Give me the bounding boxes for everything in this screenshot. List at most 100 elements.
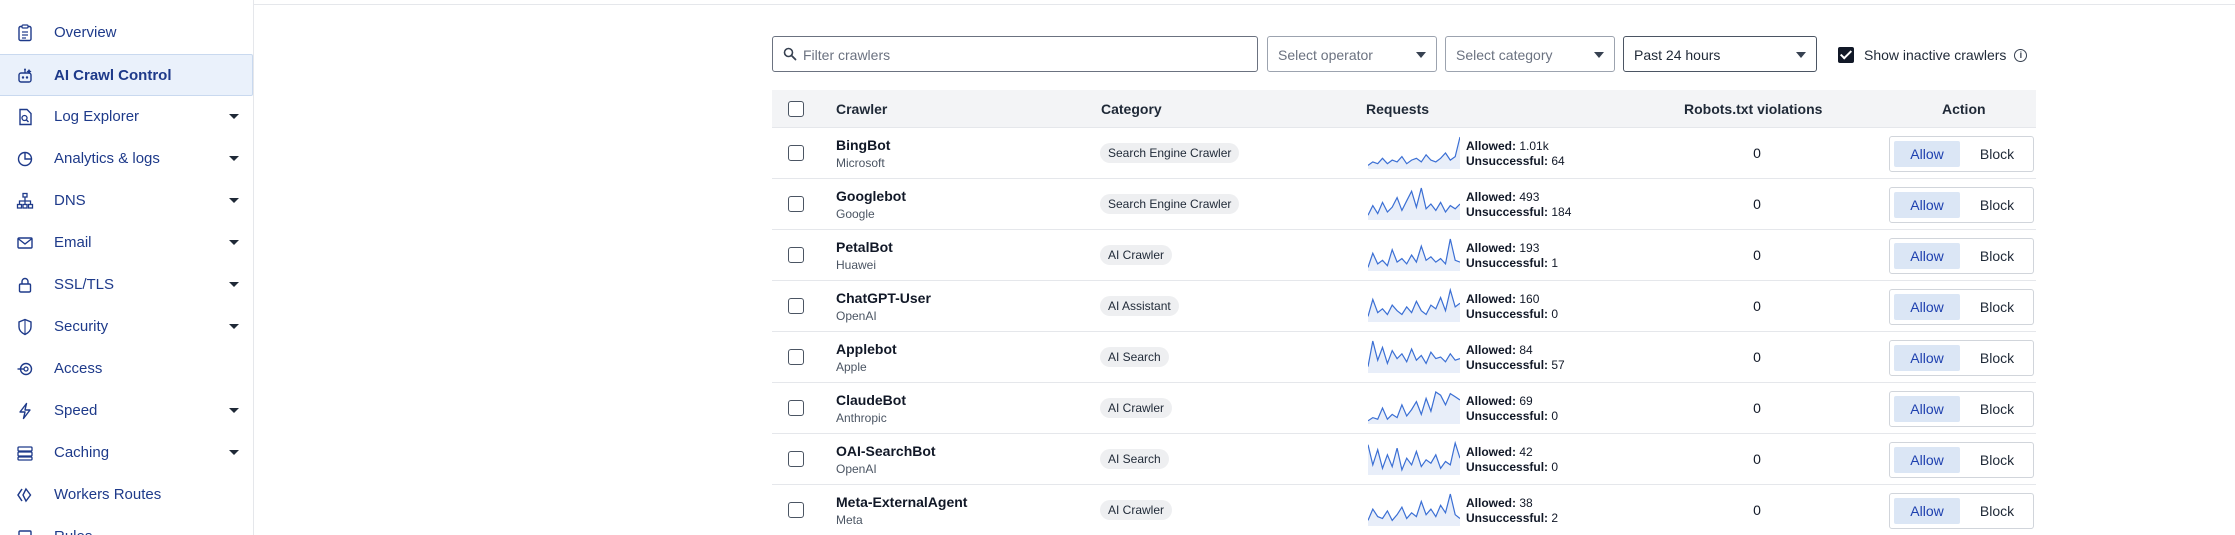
sparkline-area: [1368, 239, 1460, 271]
sidebar-item-ai-crawl-control[interactable]: AI Crawl Control: [0, 54, 253, 96]
allowed-label: Allowed:: [1466, 496, 1516, 510]
sidebar-item-rules[interactable]: Rules: [0, 516, 253, 535]
table-row: Applebot Apple AI Search Allowed: 84 Unsucce…: [772, 332, 2036, 383]
block-button[interactable]: Block: [1964, 294, 2030, 320]
caret-down-icon[interactable]: [229, 114, 239, 119]
sidebar-item-overview[interactable]: Overview: [0, 12, 253, 54]
row-checkbox[interactable]: [788, 298, 804, 314]
table-header: Crawler Category Requests Robots.txt vio…: [772, 90, 2036, 128]
caret-down-icon[interactable]: [229, 282, 239, 287]
unsuccessful-count: 64: [1551, 154, 1565, 168]
sidebar-item-security[interactable]: Security: [0, 306, 253, 348]
sidebar-item-log-explorer[interactable]: Log Explorer: [0, 96, 253, 138]
robots-violations-count: 0: [1753, 349, 1761, 365]
show-inactive-checkbox[interactable]: [1838, 47, 1854, 63]
unsuccessful-label: Unsuccessful:: [1466, 358, 1549, 372]
action-toggle-group: Allow Block: [1889, 136, 2034, 172]
row-checkbox[interactable]: [788, 247, 804, 263]
unsuccessful-label: Unsuccessful:: [1466, 307, 1549, 321]
sidebar-item-workers-routes[interactable]: Workers Routes: [0, 474, 253, 516]
header-action: Action: [1942, 101, 1986, 117]
request-stats: Allowed: 84 Unsuccessful: 57: [1466, 343, 1565, 373]
allowed-count: 493: [1519, 190, 1540, 204]
sidebar-item-label: Log Explorer: [54, 108, 140, 125]
caret-down-icon[interactable]: [229, 156, 239, 161]
unsuccessful-count: 0: [1551, 409, 1559, 423]
crawler-search-field[interactable]: [772, 36, 1258, 72]
unsuccessful-count: 2: [1551, 511, 1559, 525]
row-checkbox[interactable]: [788, 349, 804, 365]
select-all-checkbox[interactable]: [788, 101, 804, 117]
allow-button[interactable]: Allow: [1894, 498, 1960, 524]
table-row: BingBot Microsoft Search Engine Crawler All…: [772, 128, 2036, 179]
workers-icon: [16, 486, 34, 504]
sidebar-item-label: Overview: [54, 24, 117, 41]
unsuccessful-count: 0: [1551, 460, 1559, 474]
requests-sparkline: [1368, 238, 1460, 271]
category-badge: AI Crawler: [1100, 500, 1173, 520]
action-toggle-group: Allow Block: [1889, 391, 2034, 427]
sparkline-area: [1368, 341, 1460, 373]
allow-button[interactable]: Allow: [1894, 345, 1960, 371]
allow-button[interactable]: Allow: [1894, 192, 1960, 218]
caret-down-icon[interactable]: [229, 324, 239, 329]
caret-down-icon[interactable]: [229, 450, 239, 455]
time-range-select[interactable]: Past 24 hours: [1623, 36, 1817, 72]
header-crawler: Crawler: [836, 101, 888, 117]
block-button[interactable]: Block: [1964, 447, 2030, 473]
allow-button[interactable]: Allow: [1894, 294, 1960, 320]
sidebar-item-speed[interactable]: Speed: [0, 390, 253, 432]
action-toggle-group: Allow Block: [1889, 289, 2034, 325]
block-button[interactable]: Block: [1964, 345, 2030, 371]
operator-select[interactable]: Select operator: [1267, 36, 1437, 72]
block-button[interactable]: Block: [1964, 243, 2030, 269]
action-toggle-group: Allow Block: [1889, 493, 2034, 529]
category-badge: Search Engine Crawler: [1100, 194, 1240, 214]
caret-down-icon[interactable]: [229, 240, 239, 245]
row-checkbox[interactable]: [788, 196, 804, 212]
sidebar-item-label: Workers Routes: [54, 486, 162, 503]
crawler-operator: Microsoft: [836, 156, 885, 170]
chevron-down-icon: [1416, 52, 1426, 58]
info-icon[interactable]: i: [2014, 48, 2028, 62]
category-select[interactable]: Select category: [1445, 36, 1615, 72]
sidebar: Overview AI Crawl Control Log Explorer Anal…: [0, 0, 254, 535]
sidebar-item-ssl-tls[interactable]: SSL/TLS: [0, 264, 253, 306]
lock-icon: [16, 276, 34, 294]
crawler-search-input[interactable]: [803, 43, 1243, 67]
sidebar-item-email[interactable]: Email: [0, 222, 253, 264]
allowed-count: 38: [1519, 496, 1533, 510]
sidebar-item-label: Security: [54, 318, 109, 335]
lightning-icon: [16, 402, 34, 420]
header-category: Category: [1101, 101, 1162, 117]
allow-button[interactable]: Allow: [1894, 243, 1960, 269]
allowed-label: Allowed:: [1466, 292, 1516, 306]
block-button[interactable]: Block: [1964, 141, 2030, 167]
row-checkbox[interactable]: [788, 451, 804, 467]
crawler-name: ClaudeBot: [836, 392, 906, 408]
sidebar-item-label: DNS: [54, 192, 86, 209]
sidebar-item-dns[interactable]: DNS: [0, 180, 253, 222]
allowed-count: 160: [1519, 292, 1540, 306]
caret-down-icon[interactable]: [229, 408, 239, 413]
requests-sparkline: [1368, 340, 1460, 373]
allow-button[interactable]: Allow: [1894, 396, 1960, 422]
allowed-count: 84: [1519, 343, 1533, 357]
block-button[interactable]: Block: [1964, 396, 2030, 422]
allow-button[interactable]: Allow: [1894, 447, 1960, 473]
row-checkbox[interactable]: [788, 400, 804, 416]
sidebar-item-caching[interactable]: Caching: [0, 432, 253, 474]
block-button[interactable]: Block: [1964, 498, 2030, 524]
table-row: Googlebot Google Search Engine Crawler Allo…: [772, 179, 2036, 230]
sidebar-item-analytics-logs[interactable]: Analytics & logs: [0, 138, 253, 180]
crawler-name: Meta-ExternalAgent: [836, 494, 968, 510]
top-divider: [254, 4, 2235, 5]
sidebar-item-access[interactable]: Access: [0, 348, 253, 390]
row-checkbox[interactable]: [788, 145, 804, 161]
caret-down-icon[interactable]: [229, 198, 239, 203]
row-checkbox[interactable]: [788, 502, 804, 518]
block-button[interactable]: Block: [1964, 192, 2030, 218]
allow-button[interactable]: Allow: [1894, 141, 1960, 167]
header-robots-violations: Robots.txt violations: [1684, 101, 1823, 117]
show-inactive-toggle[interactable]: Show inactive crawlers i: [1838, 44, 2028, 66]
